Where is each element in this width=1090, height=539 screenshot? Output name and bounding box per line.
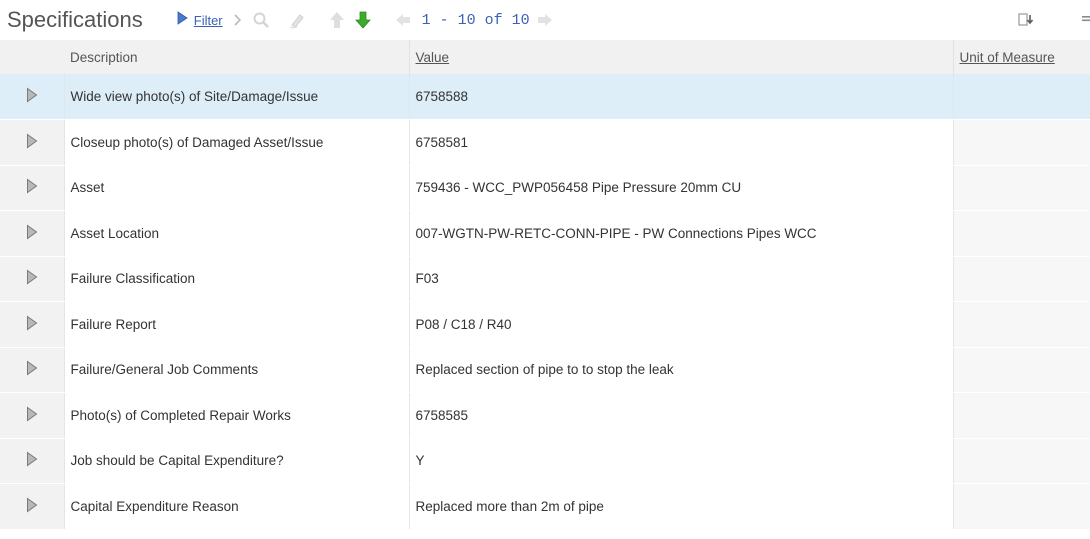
value-cell: 6758585 — [409, 392, 954, 439]
expander-column-header — [0, 40, 64, 74]
description-cell: Capital Expenditure Reason — [64, 483, 410, 530]
triangle-right-icon[interactable] — [26, 269, 38, 288]
triangle-right-icon[interactable] — [26, 178, 38, 197]
value-cell: 759436 - WCC_PWP056458 Pipe Pressure 20m… — [409, 165, 954, 211]
row-expander-cell — [0, 74, 65, 120]
specifications-table: Description Value Unit of Measure Wide v… — [0, 40, 1090, 530]
row-expander-cell — [0, 119, 65, 166]
description-cell: Failure/General Job Comments — [64, 347, 410, 393]
arrow-right-icon[interactable] — [536, 12, 554, 28]
table-row[interactable]: Failure Classification F03 — [0, 256, 1090, 302]
table-row[interactable]: Closeup photo(s) of Damaged Asset/Issue 6… — [0, 119, 1090, 166]
unit-cell — [953, 210, 1090, 257]
unit-cell — [953, 119, 1090, 166]
unit-cell — [953, 74, 1090, 120]
table-header-row: Description Value Unit of Measure — [0, 40, 1090, 74]
table-row[interactable]: Asset Location 007-WGTN-PW-RETC-CONN-PIPE… — [0, 210, 1090, 257]
description-cell: Closeup photo(s) of Damaged Asset/Issue — [64, 119, 410, 166]
description-cell: Asset — [64, 165, 410, 211]
triangle-right-icon[interactable] — [26, 406, 38, 425]
table-row[interactable]: Asset 759436 - WCC_PWP056458 Pipe Pressur… — [0, 165, 1090, 211]
row-expander-cell — [0, 165, 65, 211]
value-cell: F03 — [409, 256, 954, 302]
row-expander-cell — [0, 256, 65, 302]
triangle-right-icon[interactable] — [26, 224, 38, 243]
arrow-up-icon[interactable] — [328, 10, 346, 30]
triangle-right-icon[interactable] — [26, 497, 38, 516]
column-header-description: Description — [64, 40, 410, 74]
toolbar: Specifications Filter 1 - 10 of 10 — [0, 0, 1090, 40]
download-icon[interactable] — [1018, 13, 1034, 27]
table-row[interactable]: Failure/General Job Comments Replaced sec… — [0, 347, 1090, 393]
triangle-right-icon[interactable] — [26, 87, 38, 106]
value-cell: 6758581 — [409, 119, 954, 166]
unit-cell — [953, 438, 1090, 484]
unit-cell — [953, 483, 1090, 530]
description-cell: Asset Location — [64, 210, 410, 257]
value-cell: 6758588 — [409, 74, 954, 120]
row-expander-cell — [0, 210, 65, 257]
filter-link[interactable]: Filter — [194, 13, 223, 28]
unit-cell — [953, 256, 1090, 302]
row-expander-cell — [0, 301, 65, 348]
row-expander-cell — [0, 483, 65, 530]
menu-icon[interactable] — [1082, 15, 1090, 25]
unit-cell — [953, 392, 1090, 439]
filter-toggle[interactable]: Filter — [177, 10, 223, 30]
triangle-right-icon — [177, 10, 188, 30]
value-cell: 007-WGTN-PW-RETC-CONN-PIPE - PW Connecti… — [409, 210, 954, 257]
description-cell: Failure Report — [64, 301, 410, 348]
column-header-value[interactable]: Value — [409, 40, 954, 74]
table-row[interactable]: Failure Report P08 / C18 / R40 — [0, 301, 1090, 348]
table-row[interactable]: Job should be Capital Expenditure? Y — [0, 438, 1090, 484]
value-cell: Y — [409, 438, 954, 484]
right-tools — [1008, 0, 1090, 40]
triangle-right-icon[interactable] — [26, 360, 38, 379]
triangle-right-icon[interactable] — [26, 451, 38, 470]
arrow-down-icon[interactable] — [354, 10, 372, 30]
row-expander-cell — [0, 347, 65, 393]
pager-status: 1 - 10 of 10 — [421, 11, 530, 29]
column-header-unit[interactable]: Unit of Measure — [953, 40, 1090, 74]
description-cell: Job should be Capital Expenditure? — [64, 438, 410, 484]
unit-cell — [953, 347, 1090, 393]
table-row[interactable]: Capital Expenditure Reason Replaced more … — [0, 483, 1090, 530]
description-cell: Failure Classification — [64, 256, 410, 302]
value-cell: Replaced more than 2m of pipe — [409, 483, 954, 530]
row-expander-cell — [0, 438, 65, 484]
page-title: Specifications — [7, 7, 143, 32]
table-row[interactable]: Photo(s) of Completed Repair Works 675858… — [0, 392, 1090, 439]
unit-cell — [953, 165, 1090, 211]
table-row[interactable]: Wide view photo(s) of Site/Damage/Issue 6… — [0, 74, 1090, 120]
value-cell: Replaced section of pipe to to stop the … — [409, 347, 954, 393]
chevron-right-icon — [233, 14, 242, 26]
eraser-icon[interactable] — [288, 11, 306, 29]
magnifier-icon[interactable] — [252, 11, 270, 29]
unit-cell — [953, 301, 1090, 348]
description-cell: Photo(s) of Completed Repair Works — [64, 392, 410, 439]
arrow-left-icon[interactable] — [394, 12, 412, 28]
description-cell: Wide view photo(s) of Site/Damage/Issue — [64, 74, 410, 120]
row-expander-cell — [0, 392, 65, 439]
triangle-right-icon[interactable] — [26, 133, 38, 152]
triangle-right-icon[interactable] — [26, 315, 38, 334]
value-cell: P08 / C18 / R40 — [409, 301, 954, 348]
